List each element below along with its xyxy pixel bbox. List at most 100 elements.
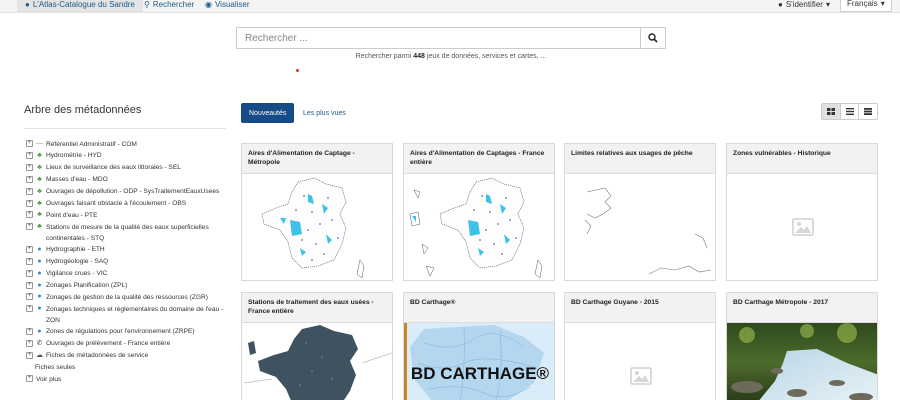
tab-most-viewed[interactable]: Les plus vues <box>295 103 354 123</box>
tree-item-label: Zonages techniques et réglementaires du … <box>46 305 224 324</box>
tree-item-standalone[interactable]: Fiches seules <box>26 362 226 374</box>
tree-item[interactable]: + ♣ Masses d'eau - MDO <box>26 174 226 186</box>
tree-item[interactable]: + ● Zonages techniques et réglementaires d… <box>26 303 226 326</box>
drop-icon: ● <box>37 327 42 335</box>
th-list-icon <box>864 108 873 115</box>
view-toggle <box>821 103 878 120</box>
drop-icon: ● <box>37 257 42 265</box>
dataset-card[interactable]: BD Carthage® BD CARTHAGE® <box>403 292 555 400</box>
expand-icon[interactable]: + <box>26 245 33 253</box>
tree-item-label: Ouvrages de prélèvement - France entière <box>46 340 171 348</box>
expand-icon[interactable]: + <box>26 163 33 171</box>
globe-icon: ◉ <box>205 0 212 9</box>
tree-item[interactable]: + ☁ Fiches de métadonnées de service <box>26 350 226 362</box>
card-title: BD Carthage Guyane - 2015 <box>565 293 715 323</box>
list-view-button[interactable] <box>841 104 860 119</box>
tree-item-label: Voir plus <box>36 375 62 383</box>
card-title: Stations de traitement des eaux usées - … <box>242 293 392 323</box>
expand-icon[interactable]: + <box>26 293 33 301</box>
nav-login[interactable]: ● S'identifier ▾ <box>778 0 830 13</box>
tree-item[interactable]: + ● Zones de régulations pour l'environnem… <box>26 326 226 338</box>
see-more-link[interactable]: + Voir plus <box>26 373 226 385</box>
user-icon: ● <box>778 0 783 9</box>
expand-icon[interactable]: + <box>26 151 33 159</box>
search-bar <box>236 27 666 49</box>
search-icon <box>648 33 658 43</box>
map-thumbnail <box>409 177 543 279</box>
tree-item-label: Fiches de métadonnées de service <box>46 352 149 360</box>
tree-item-label: Vigilance crues - VIC <box>46 270 108 278</box>
dataset-card[interactable]: Limites relatives aux usages de pêche <box>564 143 716 281</box>
tree-item-label: Stations de mesure de la qualité des eau… <box>46 223 209 242</box>
language-dropdown[interactable]: Français ▾ <box>840 0 892 12</box>
tree-item-label: Ouvrages faisant obstacle à l'écoulement… <box>46 200 187 208</box>
dataset-card[interactable]: Aires d'Alimentation de Captage - Métrop… <box>241 143 393 281</box>
compact-view-button[interactable] <box>859 104 877 119</box>
nav-catalog[interactable]: ● L'Atlas-Catalogue du Sandre <box>17 0 143 13</box>
tree-item[interactable]: + ● Hydrogéologie - SAQ <box>26 256 226 268</box>
drop-icon: ● <box>37 269 42 277</box>
card-title: BD Carthage® <box>404 293 554 323</box>
expand-icon[interactable]: + <box>26 187 33 195</box>
tree-item[interactable]: + ♣ Point d'eau - PTE <box>26 209 226 221</box>
expand-icon[interactable]: + <box>26 327 33 335</box>
tree-item[interactable]: + — Référentiel Administratif - COM <box>26 138 226 150</box>
expand-icon[interactable]: + <box>26 257 33 265</box>
dataset-card[interactable]: Aires d'Alimentation de Captages - Franc… <box>403 143 555 281</box>
dataset-card[interactable]: BD Carthage Guyane - 2015 <box>564 292 716 400</box>
map-thumbnail <box>584 187 712 275</box>
tree-item[interactable]: + ♣ Ouvrages faisant obstacle à l'écouleme… <box>26 198 226 210</box>
expand-icon[interactable]: + <box>26 199 33 207</box>
card-title: BD Carthage Métropole - 2017 <box>727 293 877 323</box>
expand-icon[interactable]: + <box>26 375 33 383</box>
dataset-card[interactable]: Zones vulnérables - Historique <box>726 143 878 281</box>
expand-icon[interactable]: + <box>26 269 33 277</box>
tree-item-label: Hydrogéologie - SAQ <box>46 258 109 266</box>
search-icon: ⚲ <box>144 0 150 9</box>
expand-icon[interactable]: + <box>26 351 33 359</box>
tree-icon: ♣ <box>37 163 42 171</box>
tree-icon: ♣ <box>37 223 42 231</box>
tree-item[interactable]: + ● Zonages de gestion de la qualité des r… <box>26 291 226 303</box>
tree-title: Arbre des métadonnées <box>24 104 142 116</box>
tree-item[interactable]: + ● Vigilance crues - VIC <box>26 268 226 280</box>
tree-item-label: Référentiel Administratif - COM <box>46 140 137 148</box>
nav-visualize[interactable]: ◉ Visualiser <box>205 0 250 13</box>
expand-icon[interactable]: + <box>26 175 33 183</box>
tree-item[interactable]: + ♣ Stations de mesure de la qualité des e… <box>26 221 226 244</box>
grid-icon <box>826 108 835 115</box>
tree-item[interactable]: + ● Zonages Planification (ZPL) <box>26 280 226 292</box>
expand-icon[interactable]: + <box>26 140 33 147</box>
tree-icon: ♣ <box>37 199 42 207</box>
tree-icon: ♣ <box>37 187 42 195</box>
tree-icon: ♣ <box>37 211 42 219</box>
expand-icon[interactable]: + <box>26 223 33 231</box>
grid-view-button[interactable] <box>822 104 841 119</box>
search-hint: Rechercher parmi 448 jeux de données, se… <box>355 53 547 60</box>
metadata-tree: + — Référentiel Administratif - COM + ♣ Hydro… <box>26 138 226 385</box>
search-button[interactable] <box>640 28 665 48</box>
drop-icon: ● <box>37 281 42 289</box>
dataset-card[interactable]: BD Carthage Métropole - 2017 <box>726 292 878 400</box>
tree-item[interactable]: + ✆ Ouvrages de prélèvement - France entiè… <box>26 338 226 350</box>
tree-item[interactable]: + ♣ Ouvrages de dépollution - ODP - SysTra… <box>26 186 226 198</box>
expand-icon[interactable]: + <box>26 339 33 347</box>
tree-icon: ♣ <box>37 151 42 159</box>
card-title: Limites relatives aux usages de pêche <box>565 144 715 174</box>
card-title: Zones vulnérables - Historique <box>727 144 877 174</box>
nav-search[interactable]: ⚲ Rechercher <box>144 0 194 13</box>
search-input[interactable] <box>237 28 640 48</box>
dataset-card[interactable]: Stations de traitement des eaux usées - … <box>241 292 393 400</box>
expand-icon[interactable]: + <box>26 305 33 313</box>
bd-carthage-logo: BD CARTHAGE® <box>404 323 554 400</box>
tree-item-label: Ouvrages de dépollution - ODP - SysTrait… <box>46 188 220 196</box>
expand-icon[interactable]: + <box>26 281 33 289</box>
tree-item[interactable]: + ● Hydrographie - ETH <box>26 244 226 256</box>
tree-item[interactable]: + ♣ Hydrométrie - HYD <box>26 150 226 162</box>
tab-latest[interactable]: Nouveautés <box>241 103 295 123</box>
tree-item[interactable]: + ♣ Lieux de surveillance des eaux littora… <box>26 162 226 174</box>
drop-icon: ● <box>37 293 42 301</box>
card-title: Aires d'Alimentation de Captages - Franc… <box>404 144 554 174</box>
caret-down-icon: ▾ <box>825 0 830 9</box>
expand-icon[interactable]: + <box>26 211 33 219</box>
